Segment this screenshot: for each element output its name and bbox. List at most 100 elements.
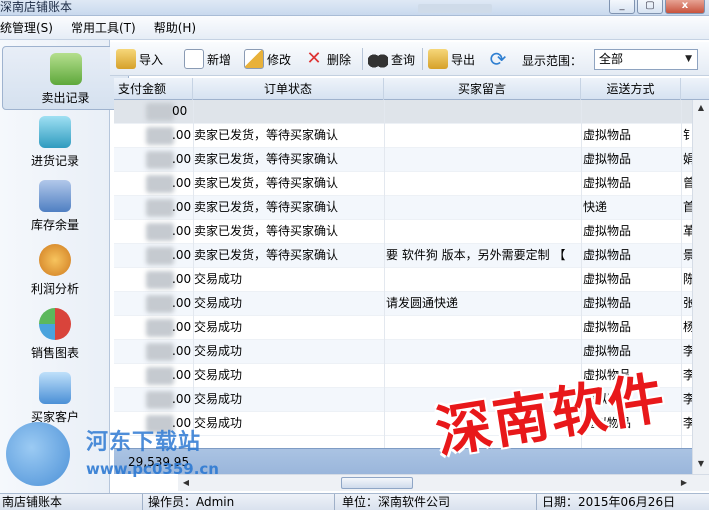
status-separator [334,494,335,510]
cell-shipping: 虚拟物品 [583,248,632,262]
scroll-up-icon[interactable]: ▲ [693,100,709,116]
cell-amount: .00 [172,272,192,286]
close-button[interactable]: x [665,0,705,14]
redacted-amount-blur [146,223,174,241]
toolbar: 导入 新增 修改 ✕ 删除 查询 导出 ⟳ 显示范围： 全部 ▼ [110,42,709,76]
sidebar-item-label: 卖出记录 [41,91,90,105]
window-title: 深南店铺账本 [0,0,73,14]
cell-shipping: 虚拟物品 [583,176,632,190]
redacted-amount-blur [146,175,174,193]
maximize-button[interactable]: ▢ [637,0,663,14]
cell-status: 卖家已发货，等待买家确认 [194,176,339,190]
status-separator [536,494,537,510]
scroll-down-icon[interactable]: ▼ [693,456,709,472]
edit-button[interactable]: 修改 [244,47,291,71]
sidebar-item-inventory[interactable]: 库存余量 [0,174,110,238]
minimize-button[interactable]: _ [609,0,635,14]
cell-status: 交易成功 [194,272,243,286]
sidebar-item-sales-chart[interactable]: 销售图表 [0,302,110,366]
cell-amount: .00 [172,368,192,382]
toolbar-separator [422,48,423,70]
export-button[interactable]: 导出 [428,47,475,71]
table-row[interactable]: .00 卖家已发货，等待买家确认要 软件狗 版本，另外需要定制 【虚拟物品景 [114,244,709,268]
cell-message: 请发圆通快递 [386,296,459,310]
delete-label: 删除 [327,52,352,67]
import-icon [116,49,136,69]
column-divider [681,100,682,448]
cell-status: 交易成功 [194,416,243,430]
cell-message [386,172,580,196]
sidebar-item-profit[interactable]: 利润分析 [0,238,110,302]
cell-status: 交易成功 [194,344,243,358]
redacted-amount-blur [146,319,174,337]
cell-amount: .00 [172,152,192,166]
refresh-button[interactable]: ⟳ [488,47,508,71]
binoculars-icon [368,49,388,69]
redacted-amount-blur [146,127,174,145]
cell-message: 要 软件狗 版本，另外需要定制 【 [386,248,566,262]
table-row[interactable]: .00 交易成功 请发圆通快递 虚拟物品张 [114,292,709,316]
status-operator: 操作员：Admin [148,495,235,509]
range-select[interactable]: 全部 ▼ [594,49,698,70]
column-header-amount[interactable]: 支付金额 [114,78,193,100]
cell-amount: .00 [172,296,192,310]
hand-money-icon [49,53,82,85]
sidebar-item-purchases[interactable]: 进货记录 [0,110,110,174]
cell-amount: .00 [172,224,192,238]
redacted-amount-blur [146,247,174,265]
cell-status: 交易成功 [194,368,243,382]
menu-bar: 统管理(S) 常用工具(T) 帮助(H) [0,16,709,40]
cell-message [386,148,580,172]
redacted-amount-blur [146,103,174,121]
cell-amount: .00 [172,176,192,190]
cell-message [386,196,580,220]
table-row[interactable]: .00 卖家已发货，等待买家确认 虚拟物品钅 [114,124,709,148]
table-row[interactable]: .00 卖家已发货，等待买家确认 快递首 [114,196,709,220]
table-row[interactable]: .00 卖家已发货，等待买家确认 虚拟物品曾 [114,172,709,196]
column-header-extra [681,78,709,100]
cell-message [386,220,580,244]
sidebar-item-label: 进货记录 [30,154,79,168]
column-header-status[interactable]: 订单状态 [193,78,384,100]
cell-shipping: 虚拟物品 [583,152,632,166]
table-row[interactable]: 00 [114,100,709,124]
menu-help[interactable]: 帮助(H) [145,16,205,40]
table-row[interactable]: .00 交易成功 虚拟物品陈 [114,268,709,292]
query-button[interactable]: 查询 [368,47,415,71]
delete-button[interactable]: ✕ 删除 [304,47,351,71]
redacted-amount-blur [146,391,174,409]
warehouse-icon [39,180,71,212]
edit-icon [244,49,264,69]
import-button[interactable]: 导入 [116,47,163,71]
cell-shipping: 虚拟物品 [583,296,632,310]
contacts-icon [39,372,71,404]
new-button[interactable]: 新增 [184,47,231,71]
table-row[interactable]: .00 交易成功 虚拟物品杨 [114,316,709,340]
menu-tools[interactable]: 常用工具(T) [62,16,145,40]
vertical-scrollbar[interactable]: ▲ ▼ [692,100,709,474]
menu-system[interactable]: 统管理(S) [0,16,62,40]
sidebar-item-customers[interactable]: 买家客户 [0,366,110,430]
column-header-message[interactable]: 买家留言 [384,78,581,100]
export-icon [428,49,448,69]
redacted-amount-blur [146,151,174,169]
cell-status: 卖家已发货，等待买家确认 [194,224,339,238]
cell-status: 卖家已发货，等待买家确认 [194,128,339,142]
horizontal-scrollbar[interactable]: ◀ ▶ [178,474,709,491]
cell-amount: .00 [172,320,192,334]
cell-amount: .00 [172,128,192,142]
horizontal-scroll-thumb[interactable] [341,477,413,489]
money-bag-icon [39,244,71,276]
table-row[interactable]: .00 卖家已发货，等待买家确认 虚拟物品革 [114,220,709,244]
redacted-amount-blur [146,343,174,361]
scroll-right-icon[interactable]: ▶ [676,475,692,491]
refresh-icon: ⟳ [489,47,507,71]
cell-message [386,100,580,124]
sidebar-item-label: 买家客户 [30,410,79,424]
status-app-name: 南店铺账本 [2,495,63,509]
redacted-amount-blur [146,199,174,217]
table-row[interactable]: .00 卖家已发货，等待买家确认 虚拟物品娟 [114,148,709,172]
chevron-down-icon: ▼ [685,54,692,64]
new-label: 新增 [207,52,232,67]
column-header-shipping[interactable]: 运送方式 [581,78,681,100]
